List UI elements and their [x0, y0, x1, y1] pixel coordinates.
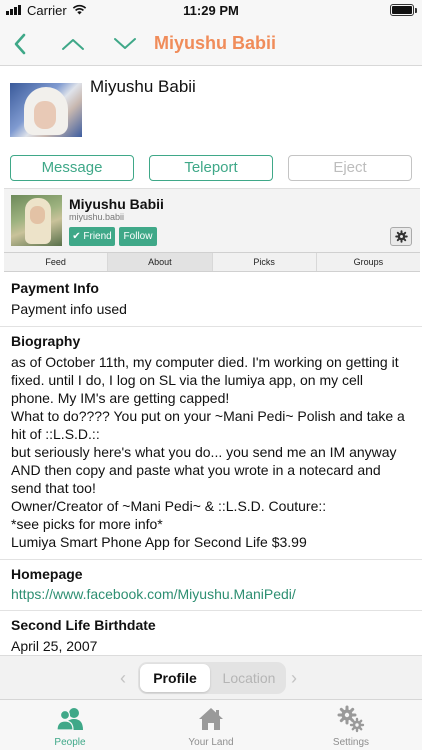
payment-info-section: Payment Info Payment info used — [0, 274, 422, 327]
follow-button[interactable]: Follow — [119, 227, 157, 246]
chevron-down-icon — [114, 38, 136, 49]
biography-heading: Biography — [11, 333, 81, 349]
biography-section: Biography as of October 11th, my compute… — [0, 327, 422, 560]
homepage-link[interactable]: https://www.facebook.com/Miyushu.ManiPed… — [11, 586, 411, 602]
biography-line: *see picks for more info* — [11, 516, 163, 532]
homepage-section: Homepage https://www.facebook.com/Miyush… — [0, 560, 422, 611]
biography-line: AND then copy and paste what you wrote i… — [11, 462, 381, 478]
profile-name: Miyushu Babii — [90, 77, 196, 96]
tabbar-people[interactable]: People — [20, 704, 120, 750]
tab-feed[interactable]: Feed — [4, 253, 109, 271]
gear-icon — [394, 230, 408, 243]
biography-line: as of October 11th, my computer died. I'… — [11, 354, 399, 370]
tabbar-people-label: People — [54, 737, 86, 748]
profile-picture — [11, 195, 62, 246]
tab-picks[interactable]: Picks — [213, 253, 317, 271]
biography-line: What to do???? You put on your ~Mani Ped… — [11, 408, 405, 424]
tabbar-settings[interactable]: Settings — [301, 704, 401, 750]
biography-line: Lumiya Smart Phone App for Second Life $… — [11, 534, 307, 550]
chevron-right-icon[interactable]: › — [291, 668, 297, 689]
payment-info-value: Payment info used — [11, 301, 127, 317]
homepage-heading: Homepage — [11, 566, 83, 582]
back-button[interactable] — [6, 30, 34, 58]
tab-bar: People Your Land Settings — [0, 699, 422, 750]
eject-button[interactable]: Eject — [288, 155, 412, 181]
segment-bar: ‹ Profile Location › — [0, 655, 422, 699]
friend-button[interactable]: ✔ Friend — [69, 227, 115, 246]
profile-tabs: Feed About Picks Groups — [4, 252, 420, 272]
profile-header: Miyushu Babii — [0, 66, 422, 152]
gears-icon — [337, 705, 365, 733]
segment-profile[interactable]: Profile — [140, 664, 210, 692]
nav-bar: Miyushu Babii — [0, 22, 422, 66]
settings-button[interactable] — [390, 227, 412, 246]
segment-location[interactable]: Location — [214, 664, 284, 692]
birthdate-section: Second Life Birthdate April 25, 2007 — [0, 611, 422, 654]
biography-line: but seriously here's what you do... you … — [11, 444, 397, 460]
profile-location-switch: Profile Location — [138, 662, 286, 694]
people-icon — [56, 708, 83, 731]
tabbar-your-land[interactable]: Your Land — [161, 704, 261, 750]
birthdate-value: April 25, 2007 — [11, 638, 98, 654]
chevron-up-icon — [62, 39, 84, 50]
biography-line: send that too! — [11, 480, 96, 496]
battery-icon — [390, 4, 417, 16]
message-button[interactable]: Message — [10, 155, 134, 181]
status-time: 11:29 PM — [183, 3, 239, 18]
chevron-left-icon — [14, 33, 26, 55]
avatar[interactable] — [10, 83, 82, 137]
payment-info-heading: Payment Info — [11, 280, 99, 296]
birthdate-heading: Second Life Birthdate — [11, 617, 156, 633]
about-content[interactable]: Payment Info Payment info used Biography… — [0, 274, 422, 654]
biography-line: hit of ::L.S.D.:: — [11, 426, 100, 442]
status-bar: Carrier 11:29 PM — [0, 0, 422, 22]
next-button[interactable] — [111, 30, 139, 58]
panel-name: Miyushu Babii — [69, 196, 164, 212]
tab-about[interactable]: About — [108, 253, 213, 271]
action-buttons: Message Teleport Eject — [0, 155, 422, 181]
teleport-button[interactable]: Teleport — [149, 155, 273, 181]
house-icon — [199, 708, 223, 730]
biography-line: phone. My IM's are getting capped! — [11, 390, 230, 406]
biography-line: Owner/Creator of ~Mani Pedi~ & ::L.S.D. … — [11, 498, 327, 514]
panel-username: miyushu.babii — [69, 212, 125, 222]
biography-line: fixed. until I do, I log on SL via the l… — [11, 372, 364, 388]
tabbar-settings-label: Settings — [332, 737, 370, 748]
page-title: Miyushu Babii — [154, 33, 277, 53]
previous-button[interactable] — [59, 30, 87, 58]
tabbar-your-land-label: Your Land — [188, 737, 234, 748]
tab-groups[interactable]: Groups — [317, 253, 420, 271]
chevron-left-icon[interactable]: ‹ — [120, 668, 126, 689]
